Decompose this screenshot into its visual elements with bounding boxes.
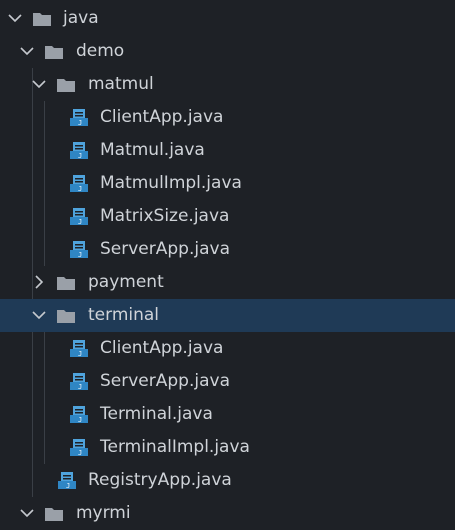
file-label: ClientApp.java <box>100 338 224 358</box>
svg-text:J: J <box>78 218 82 226</box>
folder-label-payment: payment <box>88 272 164 292</box>
tree-folder-demo[interactable]: demo <box>0 35 455 68</box>
tree-file-item[interactable]: J Matmul.java <box>0 134 455 167</box>
chevron-down-icon[interactable] <box>18 42 36 60</box>
java-file-icon: J <box>69 240 89 260</box>
folder-icon <box>56 75 76 95</box>
file-label: ServerApp.java <box>100 371 230 391</box>
tree-file-item[interactable]: J ClientApp.java <box>0 101 455 134</box>
file-label: ServerApp.java <box>100 239 230 259</box>
tree-file-item[interactable]: J ClientApp.java <box>0 332 455 365</box>
svg-text:J: J <box>78 416 82 424</box>
file-label: MatrixSize.java <box>100 206 230 226</box>
tree-file-item[interactable]: J Terminal.java <box>0 398 455 431</box>
tree-file-item[interactable]: J ServerApp.java <box>0 365 455 398</box>
java-file-icon: J <box>69 108 89 128</box>
file-label: MatmulImpl.java <box>100 173 242 193</box>
folder-label-terminal: terminal <box>88 305 160 325</box>
java-file-icon: J <box>69 438 89 458</box>
chevron-down-icon[interactable] <box>18 504 36 522</box>
tree-folder-matmul[interactable]: matmul <box>0 68 455 101</box>
file-label: TerminalImpl.java <box>100 437 250 457</box>
svg-text:J: J <box>66 482 70 490</box>
chevron-down-icon[interactable] <box>30 306 48 324</box>
svg-text:J: J <box>78 185 82 193</box>
folder-label-demo: demo <box>76 41 125 61</box>
folder-label-matmul: matmul <box>88 74 154 94</box>
chevron-down-icon[interactable] <box>30 75 48 93</box>
java-file-icon: J <box>69 174 89 194</box>
svg-text:J: J <box>78 251 82 259</box>
folder-icon <box>56 306 76 326</box>
tree-file-item[interactable]: J MatrixSize.java <box>0 200 455 233</box>
folder-label-myrmi: myrmi <box>76 503 131 523</box>
tree-file-item[interactable]: J TerminalImpl.java <box>0 431 455 464</box>
chevron-right-icon[interactable] <box>30 273 48 291</box>
tree-file-item[interactable]: J MatmulImpl.java <box>0 167 455 200</box>
folder-icon <box>44 42 64 62</box>
file-label: ClientApp.java <box>100 107 224 127</box>
tree-folder-payment[interactable]: payment <box>0 266 455 299</box>
file-label: Matmul.java <box>100 140 205 160</box>
folder-icon <box>56 273 76 293</box>
tree-folder-terminal[interactable]: terminal <box>0 299 455 332</box>
svg-text:J: J <box>78 383 82 391</box>
folder-label-java: java <box>63 8 99 28</box>
svg-text:J: J <box>78 119 82 127</box>
java-file-icon: J <box>69 339 89 359</box>
tree-file-registry-app[interactable]: J RegistryApp.java <box>0 464 455 497</box>
java-file-icon: J <box>57 471 77 491</box>
java-file-icon: J <box>69 405 89 425</box>
tree-folder-java[interactable]: java <box>0 2 455 35</box>
file-label: Terminal.java <box>100 404 213 424</box>
folder-icon <box>32 9 52 29</box>
chevron-down-icon[interactable] <box>6 9 24 27</box>
java-file-icon: J <box>69 372 89 392</box>
tree-folder-myrmi[interactable]: myrmi <box>0 497 455 530</box>
svg-text:J: J <box>78 152 82 160</box>
file-label: RegistryApp.java <box>88 470 232 490</box>
java-file-icon: J <box>69 141 89 161</box>
tree-file-item[interactable]: J ServerApp.java <box>0 233 455 266</box>
folder-icon <box>44 504 64 524</box>
svg-text:J: J <box>78 449 82 457</box>
file-explorer-tree: java demo matmul J ClientApp.java J Matm… <box>0 0 455 528</box>
svg-text:J: J <box>78 350 82 358</box>
java-file-icon: J <box>69 207 89 227</box>
